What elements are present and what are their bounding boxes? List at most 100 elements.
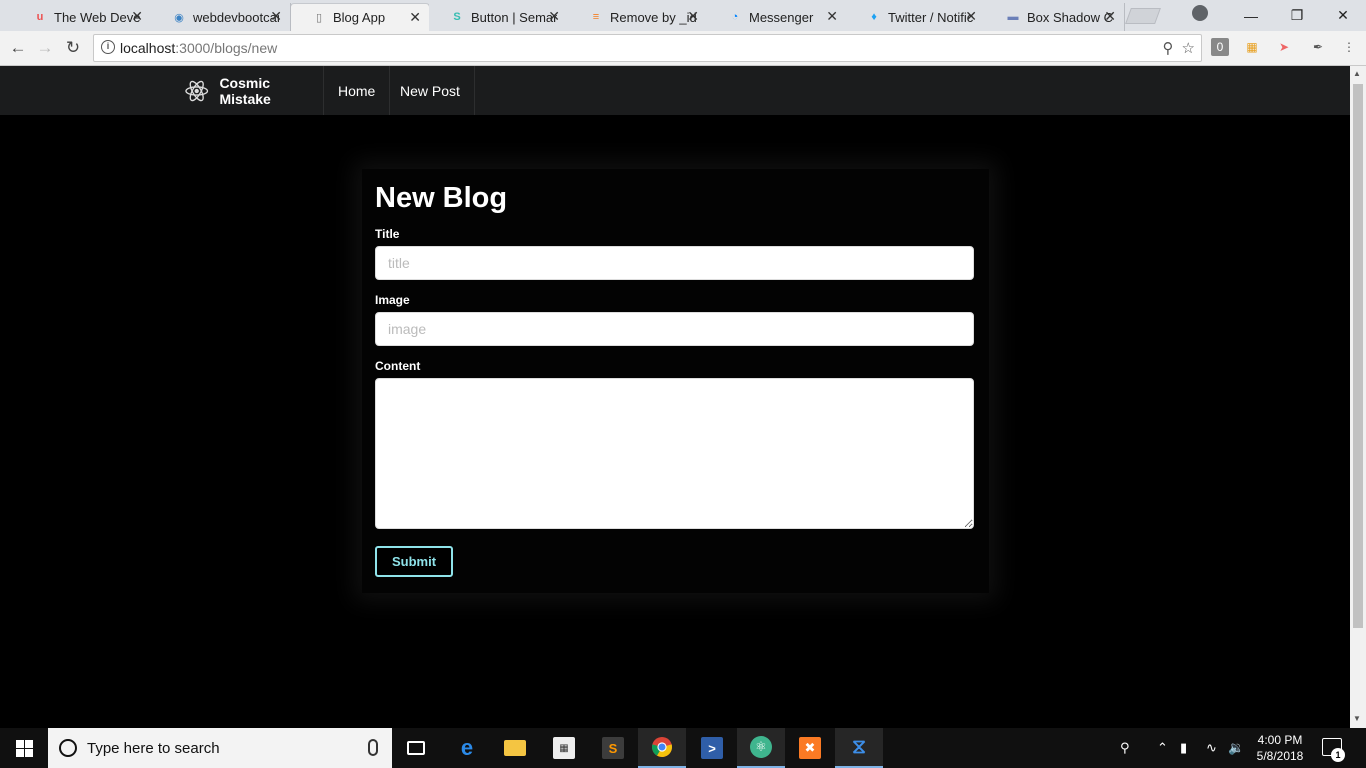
start-button[interactable] (0, 728, 48, 768)
taskbar-xampp[interactable]: ✖ (786, 728, 834, 768)
image-label: Image (375, 293, 410, 307)
page-title: New Blog (375, 182, 508, 214)
tab-close-icon[interactable]: ✕ (548, 8, 560, 25)
menu-icon[interactable]: ⋮ (1340, 38, 1358, 56)
nav-home-link[interactable]: Home (324, 66, 391, 115)
tab-title: Blog App (333, 10, 386, 25)
microphone-icon[interactable] (368, 739, 378, 756)
sublime-text-icon: S (602, 737, 624, 759)
window-controls: — ❐ ✕ (1228, 0, 1366, 31)
store-icon: ▦ (553, 737, 575, 759)
taskbar-chrome[interactable] (638, 728, 686, 768)
page-scrollbar[interactable]: ▲ ▼ (1350, 66, 1366, 728)
tab-title: Messenger (749, 9, 814, 25)
site-info-icon[interactable]: i (101, 40, 115, 54)
content-textarea[interactable] (375, 378, 974, 529)
new-tab-button[interactable] (1125, 8, 1161, 24)
taskbar: Type here to search e ▦ S > ⚛ ✖ ⧖ ⚲ ⌃ ▮ … (0, 728, 1366, 768)
scroll-up-icon[interactable]: ▲ (1353, 69, 1361, 78)
taskbar-app-blue[interactable]: ⧖ (835, 728, 883, 768)
browser-tab[interactable]: S Button | Seman ✕ (429, 3, 569, 31)
browser-tab-strip: u The Web Devel ✕ ◉ webdevbootcar ✕ ▯ Blog App ✕… (0, 0, 1366, 31)
taskbar-store[interactable]: ▦ (540, 728, 588, 768)
eye-icon: ◉ (174, 11, 184, 24)
new-blog-form-card: New Blog Title Image Content Submit (362, 169, 989, 593)
tab-close-icon[interactable]: ✕ (826, 8, 838, 25)
scrollbar-thumb[interactable] (1353, 84, 1363, 628)
tab-close-icon[interactable]: ✕ (409, 9, 421, 26)
profile-icon[interactable] (1192, 5, 1208, 21)
browser-tab[interactable]: ▯ Blog App ✕ (290, 3, 430, 31)
extension-color-icon[interactable]: ▦ (1243, 38, 1261, 56)
minimize-button[interactable]: — (1228, 0, 1274, 31)
browser-tab[interactable]: ▬ Box Shadow CS ✕ (985, 3, 1125, 31)
extension-arrow-icon[interactable]: ➤ (1275, 38, 1293, 56)
address-bar[interactable]: i localhost:3000/blogs/new ⚲ ☆ (93, 34, 1202, 62)
folder-icon (504, 740, 526, 756)
title-label: Title (375, 227, 400, 241)
browser-tab[interactable]: ◉ webdevbootcar ✕ (151, 3, 291, 31)
cortana-icon (59, 739, 77, 757)
chrome-icon (651, 737, 673, 758)
back-icon[interactable]: ← (7, 37, 29, 59)
atom-editor-icon: ⚛ (750, 736, 772, 758)
brand-name: Cosmic Mistake (219, 74, 271, 107)
tab-title: Button | Seman (471, 9, 557, 25)
tab-close-icon[interactable]: ✕ (131, 8, 143, 25)
bookmark-star-icon[interactable]: ☆ (1182, 39, 1195, 57)
scroll-down-icon[interactable]: ▼ (1353, 714, 1361, 723)
taskbar-file-explorer[interactable] (491, 728, 539, 768)
tab-close-icon[interactable]: ✕ (270, 8, 282, 25)
brand[interactable]: Cosmic Mistake (172, 66, 324, 115)
tab-title: Remove by _id (610, 9, 696, 25)
url-host: localhost (120, 40, 176, 56)
taskbar-powershell[interactable]: > (688, 728, 736, 768)
twitter-icon: ♦ (871, 11, 877, 23)
submit-button[interactable]: Submit (375, 546, 453, 577)
tab-title: webdevbootcar (193, 9, 279, 25)
battery-icon[interactable]: ▮ (1180, 728, 1187, 768)
browser-tab[interactable]: ◔ Messenger ✕ (707, 3, 847, 31)
page-icon: ▯ (315, 12, 323, 24)
close-window-button[interactable]: ✕ (1320, 0, 1366, 31)
show-hidden-icons-chevron-icon[interactable]: ⌃ (1157, 728, 1168, 768)
reload-icon[interactable]: ↻ (62, 37, 84, 59)
zoom-icon[interactable]: ⚲ (1163, 39, 1174, 57)
forward-icon[interactable]: → (34, 37, 56, 59)
url-text[interactable]: localhost:3000/blogs/new (120, 40, 277, 56)
people-icon[interactable]: ⚲ (1120, 728, 1130, 768)
title-input[interactable] (375, 246, 974, 280)
browser-tab[interactable]: u The Web Devel ✕ (12, 3, 152, 31)
wifi-icon[interactable]: ∿ (1206, 728, 1217, 768)
tab-close-icon[interactable]: ✕ (965, 8, 977, 25)
volume-icon[interactable]: 🔉 (1228, 728, 1244, 768)
extension-zero-icon[interactable]: 0 (1211, 38, 1229, 56)
image-input[interactable] (375, 312, 974, 346)
browser-tab[interactable]: ♦ Twitter / Notific ✕ (846, 3, 986, 31)
extension-eyedropper-icon[interactable]: ✒ (1309, 38, 1327, 56)
semantic-ui-icon: S (453, 11, 461, 23)
tab-title: Box Shadow CS (1027, 9, 1113, 25)
windows-logo-icon (15, 739, 33, 757)
taskbar-atom[interactable]: ⚛ (737, 728, 785, 768)
messenger-icon: ◔ (731, 11, 739, 23)
task-view-button[interactable] (392, 728, 440, 768)
taskbar-edge[interactable]: e (443, 728, 491, 768)
notification-badge: 1 (1331, 748, 1345, 762)
url-path: :3000/blogs/new (175, 40, 278, 56)
taskbar-sublime[interactable]: S (589, 728, 637, 768)
page-viewport: Cosmic Mistake Home New Post New Blog Ti… (0, 66, 1350, 728)
tab-close-icon[interactable]: ✕ (1104, 8, 1116, 25)
taskbar-search-box[interactable]: Type here to search (48, 728, 392, 768)
restore-button[interactable]: ❐ (1274, 0, 1320, 31)
tab-close-icon[interactable]: ✕ (687, 8, 699, 25)
react-atom-icon (185, 80, 209, 101)
network-app-icon: ⧖ (851, 735, 867, 758)
nav-new-post-link[interactable]: New Post (386, 66, 475, 115)
powershell-icon: > (701, 737, 723, 759)
generic-site-icon: ▬ (1007, 11, 1019, 23)
task-view-icon (407, 741, 425, 755)
taskbar-clock[interactable]: 4:00 PM 5/8/2018 (1252, 732, 1308, 764)
tab-title: The Web Devel (54, 9, 140, 25)
browser-tab[interactable]: ≡ Remove by _id ✕ (568, 3, 708, 31)
